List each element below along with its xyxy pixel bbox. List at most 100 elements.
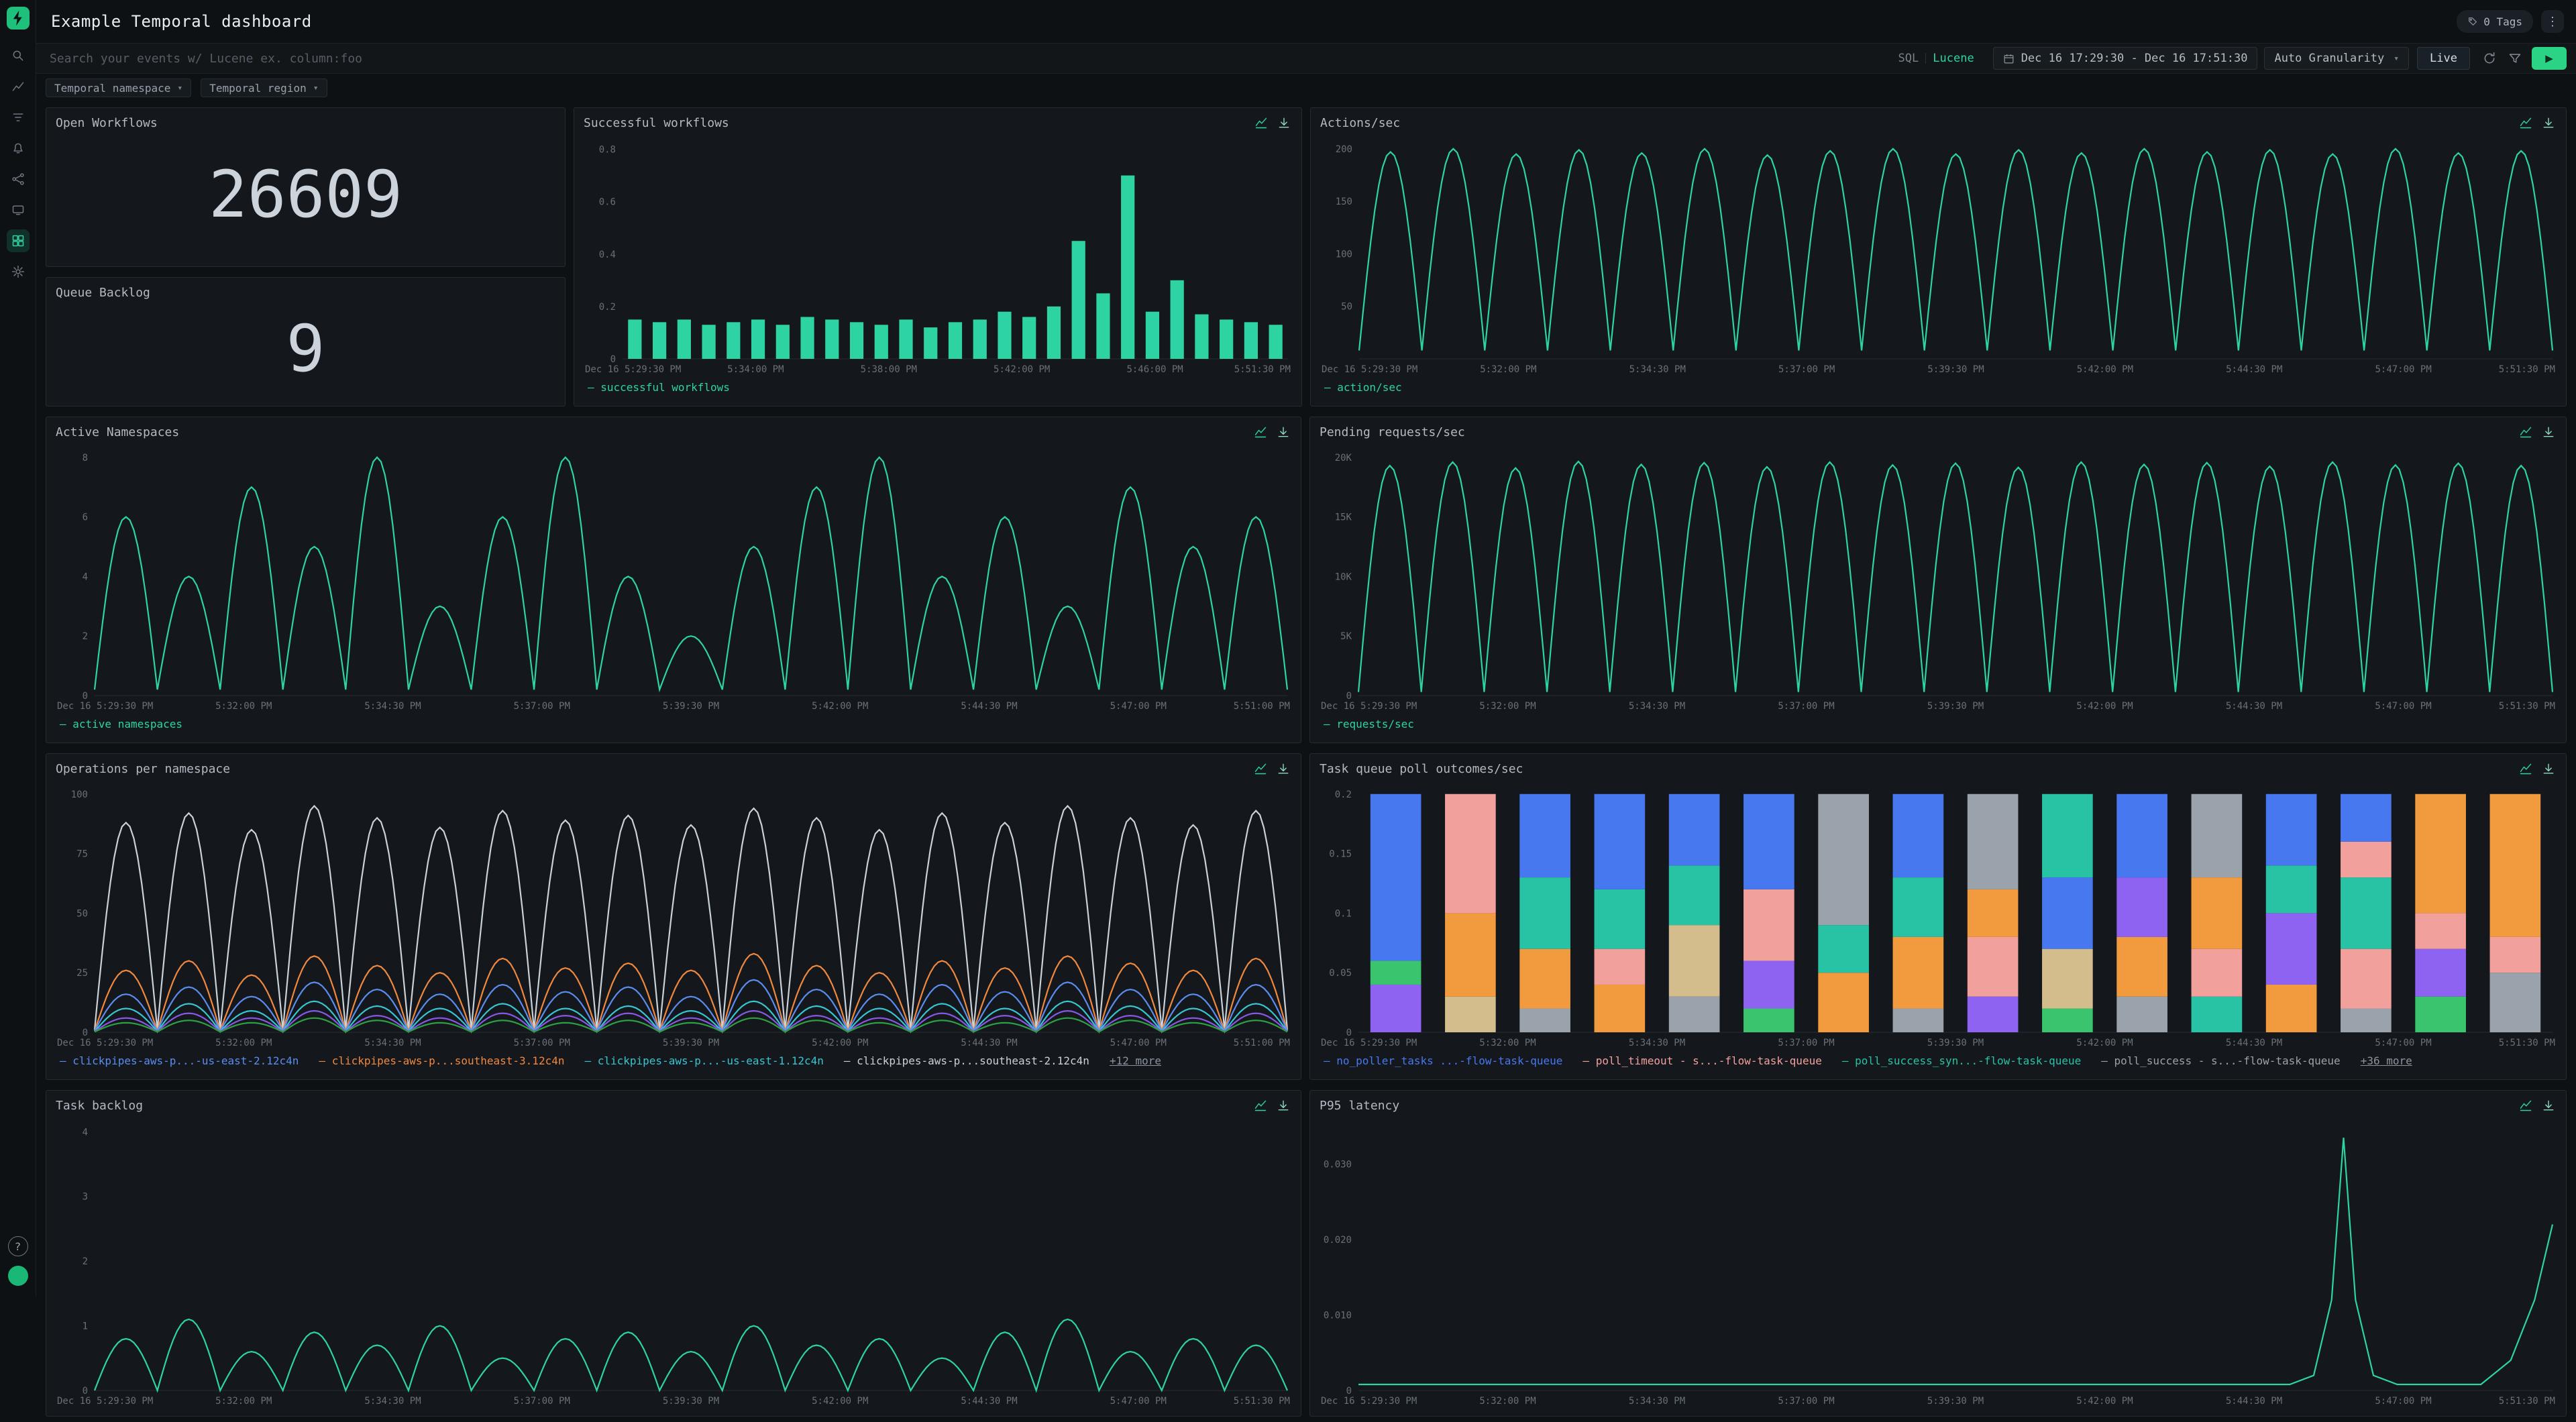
refresh-icon bbox=[2483, 52, 2496, 65]
download-icon[interactable] bbox=[1277, 1099, 1291, 1113]
chart-alert-icon[interactable] bbox=[1254, 425, 1269, 440]
alerts-icon[interactable] bbox=[7, 137, 30, 160]
query-language-toggle: SQL Lucene bbox=[1886, 52, 1986, 65]
download-icon[interactable] bbox=[2542, 1099, 2557, 1113]
chevron-down-icon: ▾ bbox=[313, 83, 319, 93]
legend-item[interactable]: — poll_timeout - s...-flow-task-queue bbox=[1582, 1054, 1821, 1067]
actions-sec-chart[interactable]: 50100150200Dec 16 5:29:30 PM5:32:00 PM5:… bbox=[1320, 131, 2557, 398]
search-input[interactable] bbox=[48, 44, 1886, 73]
svg-text:5:46:00 PM: 5:46:00 PM bbox=[1126, 364, 1183, 375]
legend-item[interactable]: — clickpipes-aws-p...southeast-2.12c4n bbox=[844, 1054, 1089, 1067]
svg-text:0: 0 bbox=[1346, 691, 1352, 702]
svg-text:Dec 16 5:29:30 PM: Dec 16 5:29:30 PM bbox=[57, 701, 153, 712]
panel-successful-workflows: Successful workflows 00.20.40.60.8Dec 16… bbox=[574, 107, 1302, 406]
tags-badge[interactable]: 0 Tags bbox=[2457, 10, 2533, 33]
live-button[interactable]: Live bbox=[2417, 47, 2470, 70]
chart-alert-icon[interactable] bbox=[2519, 116, 2534, 131]
chart-alert-icon[interactable] bbox=[2519, 1099, 2534, 1113]
svg-text:0.05: 0.05 bbox=[1329, 968, 1352, 979]
svg-text:5:34:30 PM: 5:34:30 PM bbox=[364, 701, 421, 712]
download-icon[interactable] bbox=[1277, 425, 1291, 440]
namespace-filter[interactable]: Temporal namespace ▾ bbox=[46, 78, 191, 97]
svg-text:0.010: 0.010 bbox=[1324, 1311, 1352, 1321]
tag-icon bbox=[2467, 16, 2478, 27]
panel-pending-requests: Pending requests/sec 05K10K15K20KDec 16 … bbox=[1309, 417, 2567, 743]
help-button[interactable]: ? bbox=[8, 1236, 28, 1256]
svg-text:5:42:00 PM: 5:42:00 PM bbox=[2077, 364, 2133, 375]
chart-alert-icon[interactable] bbox=[1254, 1099, 1269, 1113]
legend-item[interactable]: — requests/sec bbox=[1324, 718, 1414, 730]
divider bbox=[1925, 53, 1926, 64]
svg-text:4: 4 bbox=[83, 571, 88, 582]
panel-actions bbox=[1254, 425, 1291, 440]
legend-item[interactable]: — poll_success_syn...-flow-task-queue bbox=[1842, 1054, 2081, 1067]
chart-alert-icon[interactable] bbox=[2519, 425, 2534, 440]
sql-toggle[interactable]: SQL bbox=[1898, 52, 1919, 65]
legend-item[interactable]: — clickpipes-aws-p...southeast-3.12c4n bbox=[319, 1054, 564, 1067]
svg-text:5:51:00 PM: 5:51:00 PM bbox=[1234, 1038, 1290, 1048]
task-queue-poll-outcomes-chart[interactable]: 00.050.10.150.2Dec 16 5:29:30 PM5:32:00 … bbox=[1320, 777, 2557, 1071]
granularity-select[interactable]: Auto Granularity ▾ bbox=[2264, 47, 2409, 70]
chart-alert-icon[interactable] bbox=[1254, 116, 1269, 131]
svg-text:5:47:00 PM: 5:47:00 PM bbox=[2375, 364, 2431, 375]
sessions-icon[interactable] bbox=[7, 199, 30, 221]
svg-text:Dec 16 5:29:30 PM: Dec 16 5:29:30 PM bbox=[57, 1038, 153, 1048]
panel-actions bbox=[2519, 1099, 2557, 1113]
p95-latency-chart[interactable]: 00.0100.0200.030Dec 16 5:29:30 PM5:32:00… bbox=[1320, 1113, 2557, 1408]
legend-item[interactable]: — action/sec bbox=[1324, 381, 1402, 394]
svg-text:5:51:30 PM: 5:51:30 PM bbox=[2499, 1396, 2555, 1407]
run-search-button[interactable]: ▶ bbox=[2532, 47, 2567, 70]
chart-alert-icon[interactable] bbox=[2519, 762, 2534, 777]
successful-workflows-chart[interactable]: 00.20.40.60.8Dec 16 5:29:30 PM5:34:00 PM… bbox=[584, 131, 1292, 398]
download-icon[interactable] bbox=[1277, 116, 1292, 131]
region-filter[interactable]: Temporal region ▾ bbox=[201, 78, 327, 97]
app-logo[interactable] bbox=[7, 7, 30, 30]
pending-requests-chart[interactable]: 05K10K15K20KDec 16 5:29:30 PM5:32:00 PM5… bbox=[1320, 440, 2557, 734]
legend-item[interactable]: — clickpipes-aws-p...-us-east-2.12c4n bbox=[60, 1054, 299, 1067]
legend-item[interactable]: — clickpipes-aws-p...-us-east-1.12c4n bbox=[584, 1054, 823, 1067]
svg-text:Dec 16 5:29:30 PM: Dec 16 5:29:30 PM bbox=[1321, 1396, 1417, 1407]
svg-text:0: 0 bbox=[1346, 1028, 1352, 1038]
download-icon[interactable] bbox=[2542, 116, 2557, 131]
legend-item[interactable]: — poll_success - s...-flow-task-queue bbox=[2101, 1054, 2340, 1067]
legend-more[interactable]: +36 more bbox=[2361, 1054, 2412, 1067]
task-backlog-chart[interactable]: 01234Dec 16 5:29:30 PM5:32:00 PM5:34:30 … bbox=[56, 1113, 1291, 1408]
svg-text:5:42:00 PM: 5:42:00 PM bbox=[2076, 1396, 2133, 1407]
svg-text:Dec 16 5:29:30 PM: Dec 16 5:29:30 PM bbox=[1321, 1038, 1417, 1048]
kebab-menu-button[interactable]: ⋮ bbox=[2541, 10, 2564, 33]
settings-icon[interactable] bbox=[7, 260, 30, 283]
active-namespaces-chart[interactable]: 02468Dec 16 5:29:30 PM5:32:00 PM5:34:30 … bbox=[56, 440, 1291, 734]
download-icon[interactable] bbox=[2542, 425, 2557, 440]
refresh-button[interactable] bbox=[2477, 46, 2502, 71]
filter-button[interactable] bbox=[2502, 46, 2528, 71]
svg-text:5:37:00 PM: 5:37:00 PM bbox=[1778, 364, 1835, 375]
panel-open-workflows: Open Workflows 26609 bbox=[46, 107, 566, 267]
svg-text:0: 0 bbox=[1346, 1386, 1352, 1397]
svg-text:Dec 16 5:29:30 PM: Dec 16 5:29:30 PM bbox=[57, 1396, 153, 1407]
download-icon[interactable] bbox=[1277, 762, 1291, 777]
chart-alert-icon[interactable] bbox=[1254, 762, 1269, 777]
lucene-toggle[interactable]: Lucene bbox=[1933, 52, 1974, 65]
svg-text:5:37:00 PM: 5:37:00 PM bbox=[514, 1396, 570, 1407]
svg-text:5:32:00 PM: 5:32:00 PM bbox=[1480, 364, 1536, 375]
svg-text:5:32:00 PM: 5:32:00 PM bbox=[215, 1038, 272, 1048]
user-avatar[interactable] bbox=[8, 1266, 28, 1286]
legend-item[interactable]: — active namespaces bbox=[60, 718, 182, 730]
svg-text:2: 2 bbox=[83, 1256, 88, 1267]
legend-item[interactable]: — no_poller_tasks ...-flow-task-queue bbox=[1324, 1054, 1562, 1067]
traces-icon[interactable] bbox=[7, 106, 30, 129]
download-icon[interactable] bbox=[2542, 762, 2557, 777]
dashboards-icon[interactable] bbox=[7, 229, 30, 252]
chart-icon[interactable] bbox=[7, 75, 30, 98]
funnel-icon bbox=[2508, 52, 2522, 65]
service-map-icon[interactable] bbox=[7, 168, 30, 190]
svg-text:6: 6 bbox=[83, 512, 88, 523]
legend-item[interactable]: — successful workflows bbox=[588, 381, 730, 394]
svg-text:5:47:00 PM: 5:47:00 PM bbox=[1110, 1396, 1167, 1407]
dashboard-grid: Open Workflows 26609 Queue Backlog 9 Suc… bbox=[36, 102, 2576, 1422]
svg-text:0: 0 bbox=[83, 691, 88, 702]
legend-more[interactable]: +12 more bbox=[1110, 1054, 1161, 1067]
date-range-picker[interactable]: Dec 16 17:29:30 - Dec 16 17:51:30 bbox=[1993, 47, 2258, 70]
search-icon[interactable] bbox=[7, 44, 30, 67]
operations-per-namespace-chart[interactable]: 0255075100Dec 16 5:29:30 PM5:32:00 PM5:3… bbox=[56, 777, 1291, 1071]
